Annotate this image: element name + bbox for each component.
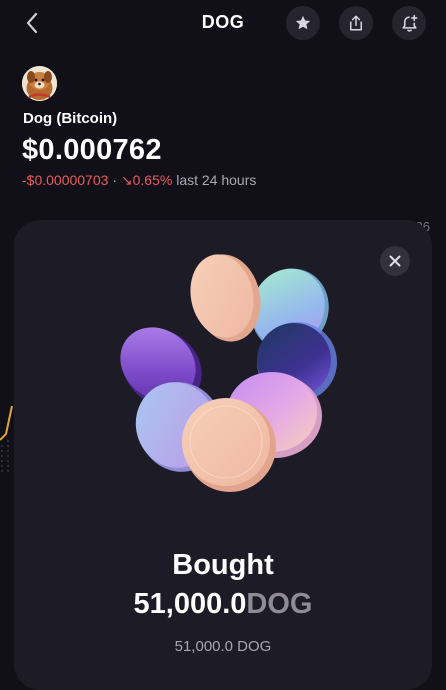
bell-add-icon xyxy=(401,14,417,32)
top-bar: DOG xyxy=(0,0,446,48)
token-price: $0.000762 xyxy=(22,134,162,166)
close-icon xyxy=(389,255,401,267)
share-button[interactable] xyxy=(339,6,373,40)
close-button[interactable] xyxy=(380,246,410,276)
bought-amount: 51,000.0DOG xyxy=(0,588,446,621)
trend-down-icon: ↘ xyxy=(120,172,133,188)
bought-amount-value: 51,000.0 xyxy=(133,588,247,620)
page-title: DOG xyxy=(201,12,245,32)
token-name: Dog (Bitcoin) xyxy=(23,110,118,127)
dog-avatar-icon xyxy=(22,66,57,101)
chart-line-partial xyxy=(0,405,13,472)
star-icon xyxy=(295,15,311,30)
share-icon xyxy=(350,15,362,31)
change-period: last 24 hours xyxy=(176,172,257,188)
confirmation-title: Bought xyxy=(172,549,274,581)
bought-amount-secondary: 51,000.0 DOG xyxy=(174,638,272,655)
price-alert-button[interactable] xyxy=(392,6,426,40)
token-avatar xyxy=(22,66,57,101)
bought-amount-ticker: DOG xyxy=(246,588,313,620)
coins-illustration xyxy=(120,254,337,492)
favorite-button[interactable] xyxy=(286,6,320,40)
change-amount: -$0.00000703 xyxy=(22,172,109,188)
price-change: -$0.00000703 · ↘0.65% last 24 hours xyxy=(22,172,256,189)
change-separator: · xyxy=(112,172,117,188)
change-percent: 0.65% xyxy=(132,172,173,188)
